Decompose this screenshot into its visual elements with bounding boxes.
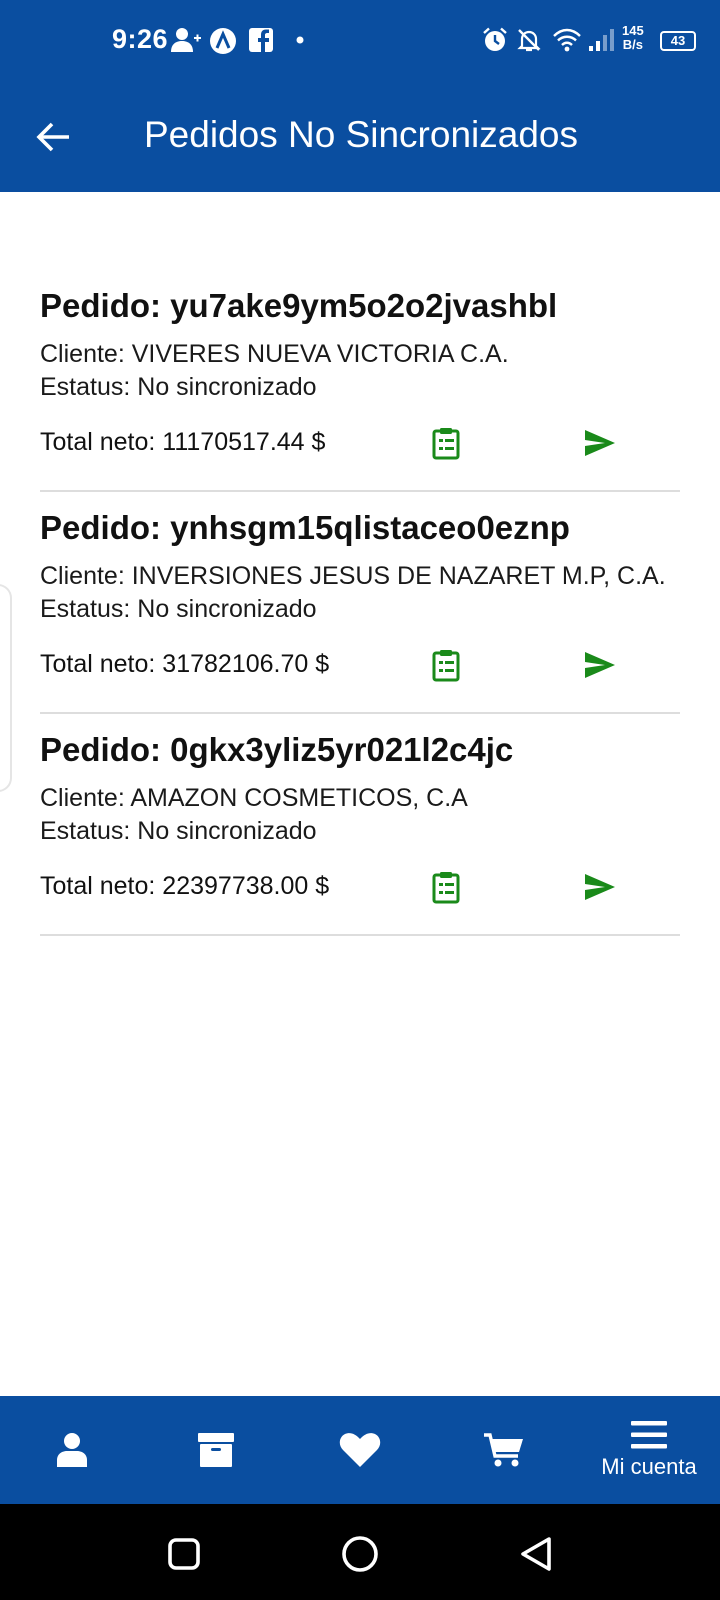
status-time: 9:26: [112, 24, 169, 54]
person-add-icon: [171, 28, 201, 52]
signal-icon: [589, 29, 614, 51]
order-status: Estatus: No sincronizado: [40, 595, 317, 623]
order-item[interactable]: Pedido: ynhsgm15qlistaceo0eznp Cliente: …: [40, 492, 680, 714]
order-status: Estatus: No sincronizado: [40, 373, 317, 401]
net-speed-value: 145: [622, 23, 644, 38]
battery-icon: 43: [660, 31, 696, 51]
nav-my-account-label: Mi cuenta: [601, 1454, 697, 1479]
system-nav-bar: [0, 1504, 720, 1600]
recents-button[interactable]: [164, 1534, 204, 1574]
order-list: Pedido: yu7ake9ym5o2o2jvashbl Cliente: V…: [40, 272, 680, 936]
clipboard-list-icon: [432, 650, 460, 682]
archive-box-icon: [198, 1433, 234, 1467]
order-footer: Total neto: 11170517.44 $: [40, 404, 680, 490]
order-status: Estatus: No sincronizado: [40, 817, 317, 845]
order-client: Cliente: VIVERES NUEVA VICTORIA C.A.: [40, 340, 509, 368]
order-send-button[interactable]: [583, 428, 617, 458]
send-icon: [585, 874, 615, 900]
home-button[interactable]: [340, 1534, 380, 1574]
recents-square-icon: [168, 1538, 200, 1570]
battery-level: 43: [670, 33, 686, 48]
dot-icon: [296, 36, 304, 44]
order-title: Pedido: ynhsgm15qlistaceo0eznp: [40, 509, 570, 546]
status-bar: 9:26 145 B/s 43: [0, 0, 720, 80]
bell-off-icon: [517, 29, 541, 52]
order-detail-button[interactable]: [430, 870, 462, 904]
net-speed: 145 B/s: [622, 24, 644, 52]
menu-icon: [631, 1421, 667, 1449]
back-button[interactable]: [30, 114, 76, 160]
app-a-icon: [210, 28, 236, 54]
order-total: Total neto: 11170517.44 $: [40, 428, 326, 456]
order-footer: Total neto: 22397738.00 $: [40, 848, 680, 934]
app-bar: Pedidos No Sincronizados: [0, 96, 720, 192]
facebook-icon: [249, 28, 273, 52]
home-circle-icon: [342, 1536, 378, 1572]
order-item[interactable]: Pedido: yu7ake9ym5o2o2jvashbl Cliente: V…: [40, 272, 680, 492]
order-total: Total neto: 31782106.70 $: [40, 650, 330, 678]
alarm-icon: [483, 27, 507, 51]
order-client: Cliente: INVERSIONES JESUS DE NAZARET M.…: [40, 562, 666, 590]
order-send-button[interactable]: [583, 650, 617, 680]
nav-favorites[interactable]: [324, 1396, 396, 1504]
order-item[interactable]: Pedido: 0gkx3yliz5yr021l2c4jc Cliente: A…: [40, 714, 680, 936]
top-app-area: 9:26 145 B/s 43 Pedidos No Sincronizados: [0, 0, 720, 192]
order-send-button[interactable]: [583, 872, 617, 902]
back-nav-button[interactable]: [516, 1534, 556, 1574]
order-total: Total neto: 22397738.00 $: [40, 872, 330, 900]
order-footer: Total neto: 31782106.70 $: [40, 626, 680, 712]
order-detail-button[interactable]: [430, 426, 462, 460]
clipboard-list-icon: [432, 428, 460, 460]
back-triangle-icon: [521, 1537, 551, 1571]
bottom-nav: Mi cuenta: [0, 1396, 720, 1504]
send-icon: [585, 652, 615, 678]
nav-profile[interactable]: [36, 1396, 108, 1504]
net-speed-unit: B/s: [622, 37, 643, 52]
edge-handle[interactable]: [0, 584, 12, 792]
cart-icon: [484, 1433, 523, 1467]
user-icon: [57, 1433, 87, 1467]
send-icon: [585, 430, 615, 456]
heart-icon: [339, 1433, 381, 1467]
nav-my-account[interactable]: Mi cuenta: [584, 1396, 714, 1504]
order-detail-button[interactable]: [430, 648, 462, 682]
nav-archive[interactable]: [180, 1396, 252, 1504]
clipboard-list-icon: [432, 872, 460, 904]
order-title: Pedido: 0gkx3yliz5yr021l2c4jc: [40, 731, 514, 768]
nav-cart[interactable]: [468, 1396, 540, 1504]
order-client: Cliente: AMAZON COSMETICOS, C.A: [40, 784, 468, 812]
order-title: Pedido: yu7ake9ym5o2o2jvashbl: [40, 287, 558, 324]
wifi-icon: [553, 28, 581, 52]
page-title: Pedidos No Sincronizados: [144, 114, 578, 155]
arrow-left-icon: [36, 122, 69, 152]
